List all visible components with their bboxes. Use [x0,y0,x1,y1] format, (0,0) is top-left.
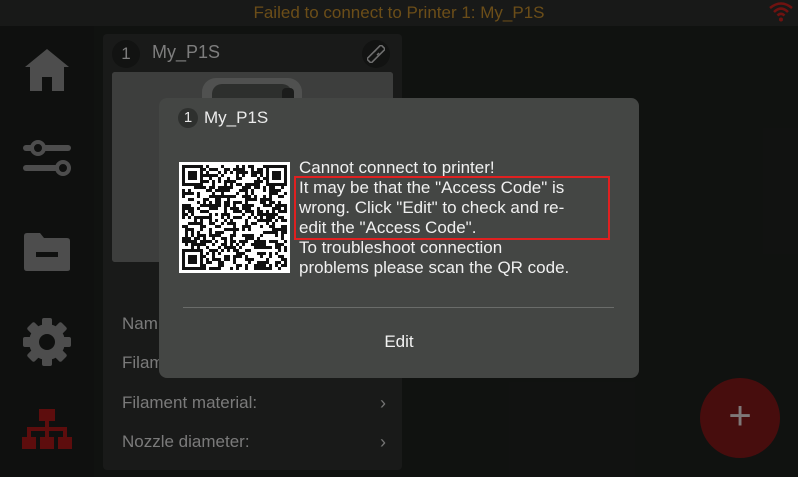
edit-button[interactable]: Edit [159,326,639,358]
message-line: problems please scan the QR code. [299,258,570,277]
dialog-divider [183,307,614,308]
message-line: To troubleshoot connection [299,238,503,257]
dialog-title: My_P1S [204,108,269,127]
dialog-printer-number: 1 [178,108,198,128]
troubleshoot-qr-code [179,162,290,273]
access-code-highlight [294,176,610,240]
message-line: Cannot connect to printer! [299,158,495,177]
